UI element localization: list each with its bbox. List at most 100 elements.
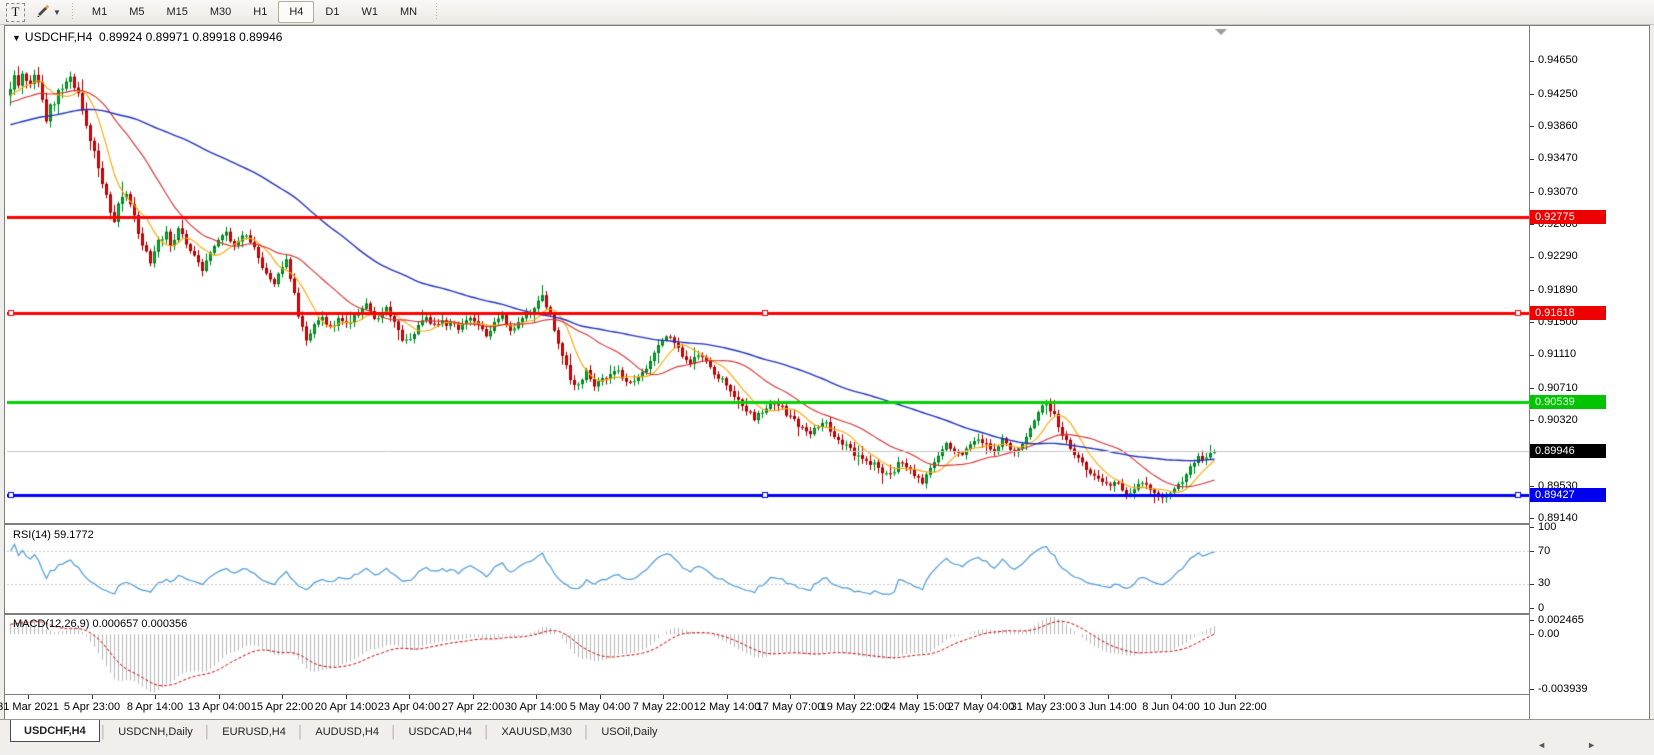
price-axis: 0.94650 0.94250 0.93860 0.93470 0.93070 0.926… bbox=[1529, 26, 1649, 719]
price-tick-label: 0.93860 bbox=[1538, 120, 1578, 132]
time-tick-label: 31 Mar 2021 bbox=[0, 701, 59, 713]
rsi-label: RSI(14) 59.1772 bbox=[13, 529, 94, 541]
tab-separator: │ bbox=[582, 725, 591, 739]
time-tick bbox=[663, 695, 664, 699]
time-tick bbox=[346, 695, 347, 699]
timeframe-m30[interactable]: M30 bbox=[199, 1, 242, 23]
time-tick-label: 8 Jun 04:00 bbox=[1142, 701, 1200, 713]
chevron-down-icon: ▼ bbox=[53, 7, 61, 17]
tab-usdcnh-daily[interactable]: USDCNH,Daily bbox=[107, 722, 204, 742]
price-tick bbox=[1530, 388, 1534, 389]
time-tick bbox=[1108, 695, 1109, 699]
price-tick-label: 0.91110 bbox=[1538, 348, 1577, 360]
time-tick-label: 17 May 07:00 bbox=[756, 701, 824, 713]
price-tick bbox=[1530, 355, 1534, 356]
time-tick bbox=[854, 695, 855, 699]
text-tool-button[interactable]: T bbox=[6, 2, 25, 22]
time-tick bbox=[917, 695, 918, 699]
timeframe-h1[interactable]: H1 bbox=[242, 1, 278, 23]
price-badge-0.92775: 0.92775 bbox=[1530, 210, 1606, 224]
tab-xauusd-m30[interactable]: XAUUSD,M30 bbox=[491, 722, 583, 742]
time-tick-label: 15 Apr 22:00 bbox=[250, 701, 314, 713]
time-tick bbox=[282, 695, 283, 699]
annotation-tool-button[interactable]: ▼ bbox=[33, 0, 64, 24]
time-tick-label: 30 Apr 14:00 bbox=[504, 701, 568, 713]
rsi-tick bbox=[1530, 551, 1534, 552]
price-tick bbox=[1530, 420, 1534, 421]
tab-audusd-h4[interactable]: AUDUSD,H4 bbox=[304, 722, 390, 742]
tab-usoil-daily[interactable]: USOil,Daily bbox=[590, 722, 668, 742]
time-axis-separator bbox=[5, 694, 1649, 695]
tab-separator: │ bbox=[203, 725, 212, 739]
price-tick-label: 0.93070 bbox=[1538, 186, 1578, 198]
rsi-tick-label: 30 bbox=[1538, 577, 1551, 589]
timeframe-m5[interactable]: M5 bbox=[118, 1, 155, 23]
price-badge-0.91618: 0.91618 bbox=[1530, 306, 1606, 320]
time-tick bbox=[28, 695, 29, 699]
time-tick bbox=[536, 695, 537, 699]
time-tick bbox=[155, 695, 156, 699]
timeframe-mn[interactable]: MN bbox=[389, 1, 428, 23]
time-tick-label: 10 Jun 22:00 bbox=[1203, 701, 1267, 713]
price-tick-label: 0.92290 bbox=[1538, 250, 1578, 262]
time-tick-label: 27 Apr 22:00 bbox=[441, 701, 505, 713]
time-tick bbox=[92, 695, 93, 699]
tab-separator: │ bbox=[99, 725, 108, 739]
timeframe-h4[interactable]: H4 bbox=[278, 1, 315, 23]
tab-eurusd-h4[interactable]: EURUSD,H4 bbox=[211, 722, 297, 742]
price-tick bbox=[1530, 322, 1534, 323]
time-tick bbox=[790, 695, 791, 699]
time-tick-label: 19 May 22:00 bbox=[820, 701, 888, 713]
macd-tick bbox=[1530, 689, 1534, 690]
toolbar-separator bbox=[436, 3, 438, 21]
panel-separator[interactable] bbox=[5, 613, 1649, 615]
time-tick bbox=[1235, 695, 1236, 699]
chart-ohlc: 0.89924 0.89971 0.89918 0.89946 bbox=[98, 30, 283, 44]
rsi-tick bbox=[1530, 527, 1534, 528]
time-tick-label: 8 Apr 14:00 bbox=[126, 701, 184, 713]
timeframe-d1[interactable]: D1 bbox=[314, 1, 350, 23]
time-tick-label: 3 Jun 14:00 bbox=[1079, 701, 1137, 713]
rsi-tick-label: 100 bbox=[1538, 521, 1557, 533]
price-tick bbox=[1530, 486, 1534, 487]
tab-scroll-right-button[interactable]: ► bbox=[1587, 740, 1596, 750]
macd-max-label: 0.002465 bbox=[1538, 614, 1584, 626]
tab-separator: │ bbox=[389, 725, 398, 739]
time-tick-label: 12 May 14:00 bbox=[693, 701, 761, 713]
price-tick-label: 0.90710 bbox=[1538, 382, 1578, 394]
tab-usdchf-h4[interactable]: USDCHF,H4 bbox=[10, 720, 100, 742]
price-badge-0.89427: 0.89427 bbox=[1530, 488, 1606, 502]
tab-usdcad-h4[interactable]: USDCAD,H4 bbox=[397, 722, 483, 742]
price-tick bbox=[1530, 224, 1534, 225]
time-tick-label: 7 May 22:00 bbox=[632, 701, 694, 713]
timeframe-w1[interactable]: W1 bbox=[350, 1, 389, 23]
tab-scroll-left-button[interactable]: ◄ bbox=[1537, 740, 1546, 750]
rsi-tick bbox=[1530, 608, 1534, 609]
price-tick bbox=[1530, 257, 1534, 258]
macd-zero-tick bbox=[1530, 634, 1534, 635]
price-tick bbox=[1530, 94, 1534, 95]
panel-separator[interactable] bbox=[5, 523, 1649, 525]
time-tick bbox=[1044, 695, 1045, 699]
price-tick-label: 0.90320 bbox=[1538, 414, 1578, 426]
terminal-window: { "toolbar": { "text_tool_label": "T", "… bbox=[0, 0, 1654, 755]
time-tick-label: 27 May 04:00 bbox=[947, 701, 1015, 713]
time-tick-label: 5 May 04:00 bbox=[569, 701, 631, 713]
chart-symbol: USDCHF,H4 bbox=[24, 30, 93, 44]
chart-window: ▼ USDCHF,H4 0.89924 0.89971 0.89918 0.899… bbox=[0, 25, 1650, 720]
price-tick bbox=[1530, 518, 1534, 519]
timeframe-m1[interactable]: M1 bbox=[81, 1, 118, 23]
time-tick-label: 5 Apr 23:00 bbox=[63, 701, 121, 713]
rsi-tick-label: 70 bbox=[1538, 545, 1551, 557]
timeframe-m15[interactable]: M15 bbox=[155, 1, 198, 23]
chart-canvas[interactable] bbox=[7, 26, 1529, 695]
time-tick-label: 20 Apr 14:00 bbox=[314, 701, 378, 713]
time-tick bbox=[981, 695, 982, 699]
brush-icon bbox=[36, 2, 51, 22]
macd-zero-label: 0.00 bbox=[1538, 628, 1560, 640]
chart-tab-bar: ◄ ► USDCHF,H4 │ USDCNH,Daily │ EURUSD,H4 │ AUD… bbox=[0, 719, 1654, 755]
macd-min-label: -0.003939 bbox=[1538, 683, 1588, 695]
chart-dropdown-icon: ▼ bbox=[12, 33, 21, 43]
time-tick bbox=[600, 695, 601, 699]
price-tick-label: 0.93470 bbox=[1538, 152, 1578, 164]
